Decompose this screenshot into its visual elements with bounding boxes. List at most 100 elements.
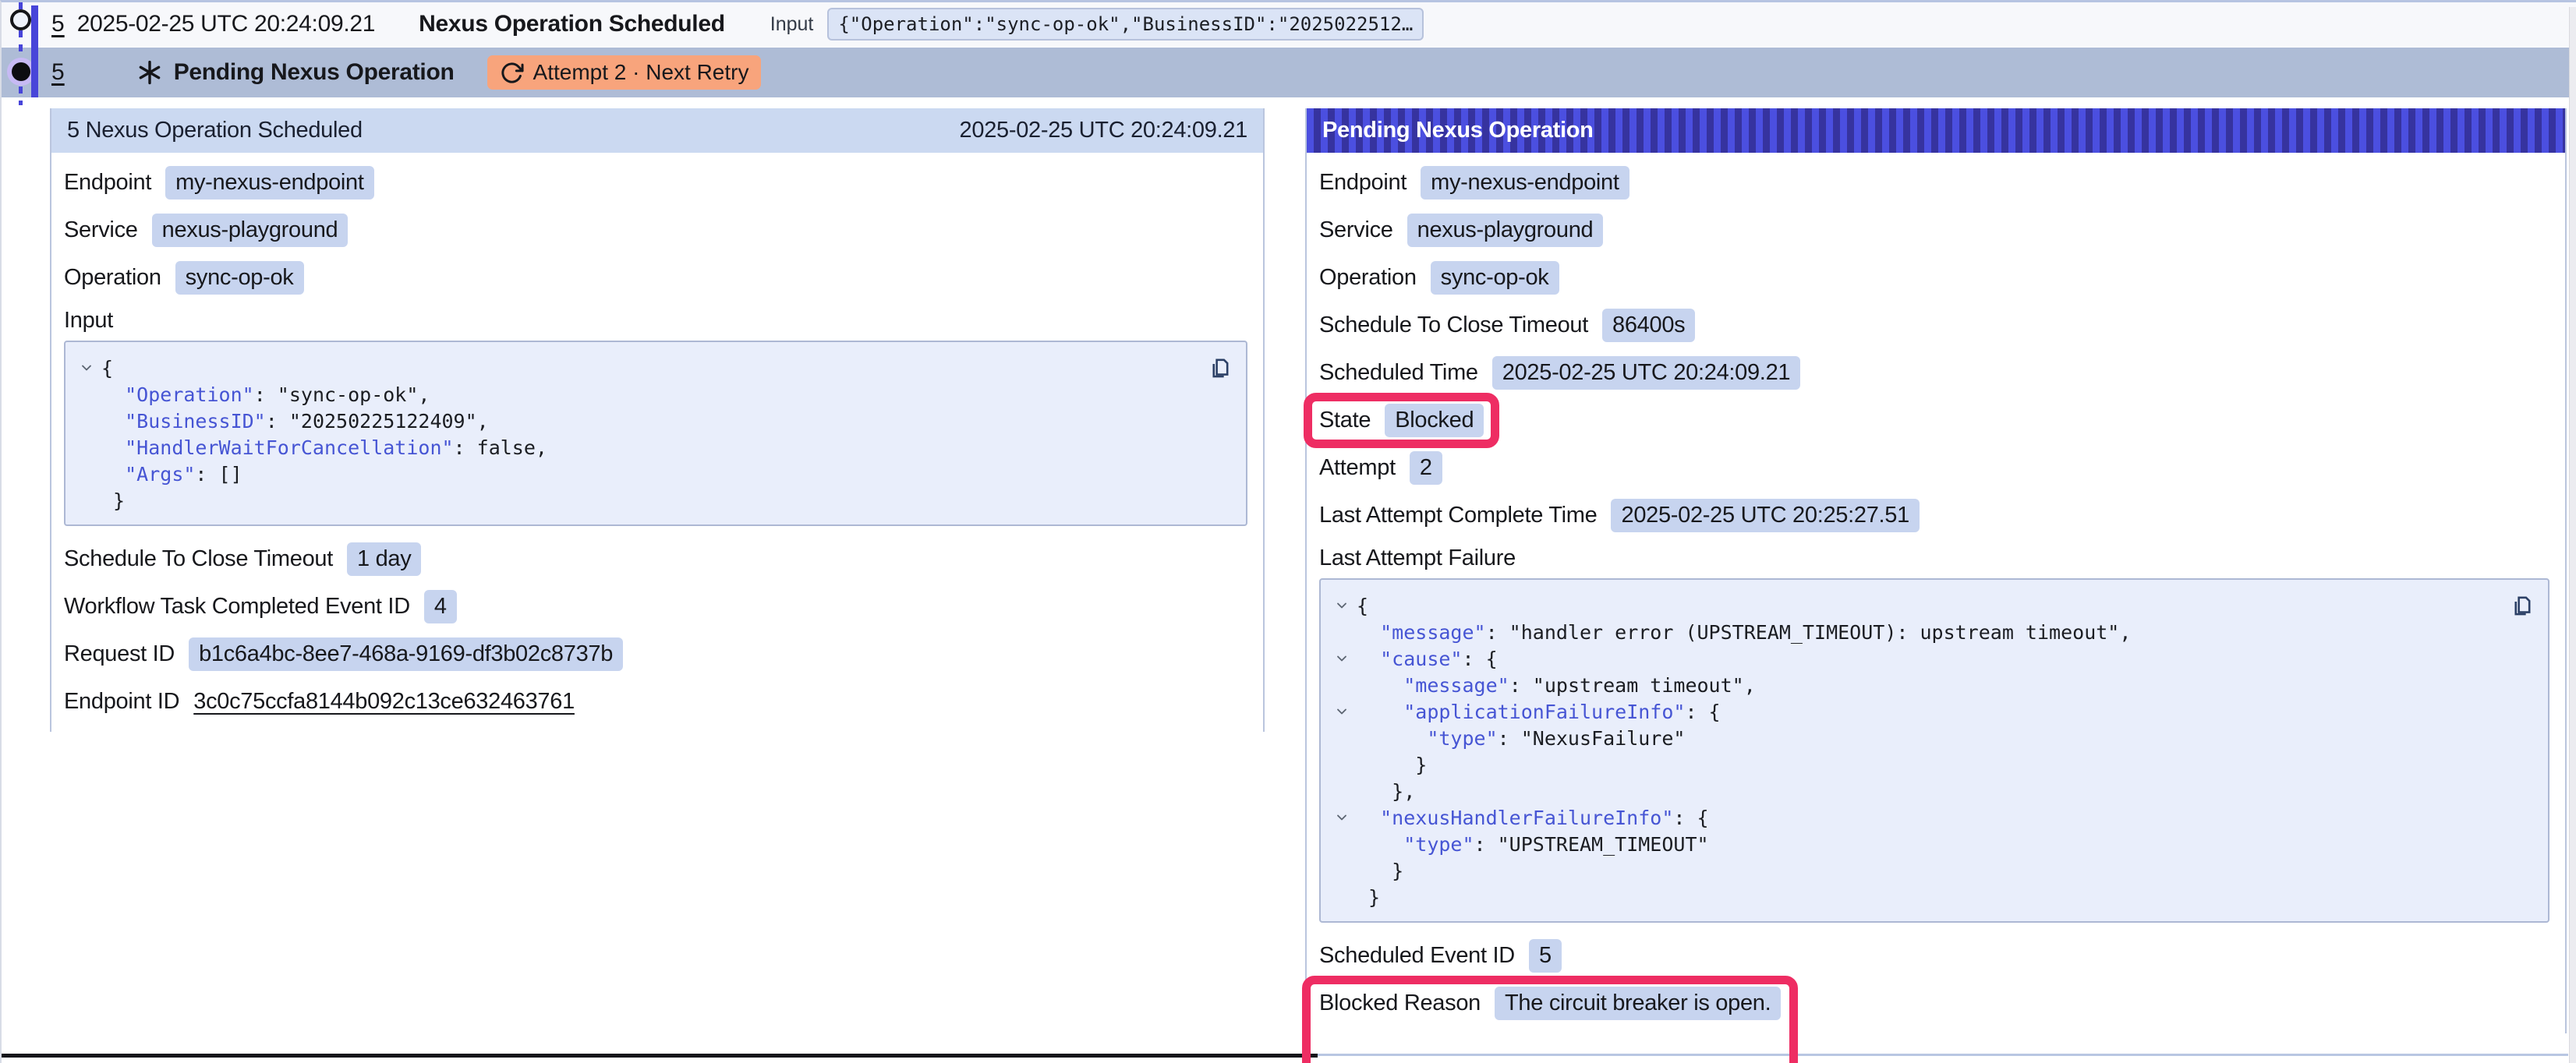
event-detail-panel-pending: Pending Nexus Operation Endpoint my-nexus… <box>1305 108 2567 1033</box>
code-text: } <box>1357 860 1403 882</box>
field-label: Operation <box>64 265 161 291</box>
event-marker-filled-circle-icon[interactable] <box>12 62 30 81</box>
field-value-badge: 2 <box>1410 451 1442 485</box>
attempt-retry-label: Attempt 2 · Next Retry <box>533 60 749 85</box>
field-wrap: Endpointmy-nexus-endpoint <box>64 166 374 200</box>
code-line: "HandlerWaitForCancellation": false, <box>72 434 1199 461</box>
code-text: } <box>1357 886 1380 909</box>
field-row-state: StateBlocked <box>1319 397 2549 444</box>
event-marker-open-circle-icon[interactable] <box>10 9 31 30</box>
code-line: "type": "NexusFailure" <box>1327 725 2501 751</box>
field-label: Last Attempt Complete Time <box>1319 503 1597 528</box>
panel-header-scheduled: 5 Nexus Operation Scheduled 2025-02-25 U… <box>51 108 1263 153</box>
code-text: "cause": { <box>1357 648 1498 670</box>
code-text: "Args": [] <box>101 463 242 486</box>
code-text: "message": "handler error (UPSTREAM_TIME… <box>1357 621 2131 644</box>
code-line: "nexusHandlerFailureInfo": { <box>1327 804 2501 831</box>
code-line: }, <box>1327 778 2501 804</box>
field-wrap: Last Attempt Complete Time 2025-02-25 UTC… <box>1319 499 1920 532</box>
copy-button[interactable] <box>2507 591 2535 619</box>
code-text: } <box>101 489 125 512</box>
field-wrap: Operationsync-op-ok <box>64 261 304 295</box>
highlight-annotation-box: Blocked ReasonThe circuit breaker is ope… <box>1319 987 1781 1020</box>
code-text: "BusinessID": "20250225122409", <box>101 410 489 433</box>
code-line: "BusinessID": "20250225122409", <box>72 408 1199 434</box>
field-wrap: Endpoint ID3c0c75ccfa8144b092c13ce632463… <box>64 689 575 715</box>
field-label: Service <box>1319 217 1393 243</box>
field-label: State <box>1319 408 1371 433</box>
code-text: }, <box>1357 780 1415 803</box>
code-line: } <box>1327 751 2501 778</box>
field-wrap: Scheduled Time 2025-02-25 UTC 20:24:09.21 <box>1319 356 1800 390</box>
field-row-schedule-to-close-timeout: Schedule To Close Timeout86400s <box>1319 302 2549 349</box>
field-label: Operation <box>1319 265 1417 291</box>
copy-icon <box>2510 593 2534 617</box>
chevron-down-icon[interactable] <box>1327 651 1357 666</box>
copy-button[interactable] <box>1205 353 1233 381</box>
field-row-service: Service nexus-playground <box>64 207 1247 254</box>
code-line: "type": "UPSTREAM_TIMEOUT" <box>1327 831 2501 857</box>
code-line: "message": "handler error (UPSTREAM_TIME… <box>1327 619 2501 645</box>
highlight-annotation-box: StateBlocked <box>1319 404 1484 437</box>
panel-body: Endpointmy-nexus-endpoint Service nexus-pl… <box>51 153 1263 732</box>
code-text: "type": "NexusFailure" <box>1357 727 1685 750</box>
chevron-down-icon[interactable] <box>1327 598 1357 613</box>
input-json-viewer: { "Operation": "sync-op-ok", "BusinessID… <box>64 341 1247 526</box>
field-row-endpoint: Endpoint my-nexus-endpoint <box>1319 159 2549 207</box>
event-detail-panels: 5 Nexus Operation Scheduled 2025-02-25 U… <box>50 108 2567 1033</box>
chevron-down-icon[interactable] <box>1327 704 1357 719</box>
field-value-badge: nexus-playground <box>1407 214 1604 247</box>
event-title: Nexus Operation Scheduled <box>419 11 725 37</box>
failure-section-label: Last Attempt Failure <box>1319 539 2549 577</box>
field-wrap: Scheduled Event ID5 <box>1319 939 1562 973</box>
field-value-link[interactable]: 3c0c75ccfa8144b092c13ce632463761 <box>193 689 575 715</box>
panel-title: 5 Nexus Operation Scheduled <box>67 118 363 143</box>
chevron-down-icon[interactable] <box>1327 810 1357 825</box>
field-value-badge: 2025-02-25 UTC 20:24:09.21 <box>1492 356 1800 390</box>
code-text: "message": "upstream timeout", <box>1357 674 1756 697</box>
panel-title: Pending Nexus Operation <box>1322 118 1594 143</box>
field-value-badge: 86400s <box>1602 309 1695 342</box>
event-id-link[interactable]: 5 <box>51 59 65 86</box>
field-wrap: Service nexus-playground <box>64 214 348 247</box>
field-wrap: Attempt2 <box>1319 451 1442 485</box>
history-row-nexus-operation-scheduled[interactable]: 5 2025-02-25 UTC 20:24:09.21 Nexus Opera… <box>2 2 2576 46</box>
field-value-badge: my-nexus-endpoint <box>165 166 374 200</box>
code-line: "Args": [] <box>72 461 1199 487</box>
input-section-label: Input <box>64 302 1247 339</box>
field-row-scheduled-event-id: Scheduled Event ID5 <box>1319 932 2549 980</box>
field-wrap: Schedule To Close Timeout 1 day <box>64 542 421 576</box>
event-time: 2025-02-25 UTC 20:24:09.21 <box>77 11 375 37</box>
selected-event-bar <box>31 5 38 97</box>
field-value-badge: 1 day <box>347 542 421 576</box>
input-label: Input <box>770 13 814 36</box>
field-label: Request ID <box>64 641 175 667</box>
field-value-badge: 2025-02-25 UTC 20:25:27.51 <box>1611 499 1919 532</box>
field-value-badge: my-nexus-endpoint <box>1421 166 1629 200</box>
chevron-down-icon[interactable] <box>72 360 101 376</box>
code-line: } <box>72 487 1199 514</box>
history-row-pending-nexus-operation[interactable]: 5 Pending Nexus Operation Attempt 2 · Ne… <box>2 48 2576 97</box>
panel-time: 2025-02-25 UTC 20:24:09.21 <box>960 118 1247 143</box>
event-history-detail-view: 5 2025-02-25 UTC 20:24:09.21 Nexus Opera… <box>0 0 2576 1063</box>
code-text: { <box>1357 595 1368 617</box>
field-row-scheduled-time: Scheduled Time 2025-02-25 UTC 20:24:09.21 <box>1319 349 2549 397</box>
code-text: } <box>1357 754 1427 776</box>
event-title: Pending Nexus Operation <box>174 59 455 86</box>
field-row-last-attempt-complete-time: Last Attempt Complete Time 2025-02-25 UTC… <box>1319 492 2549 539</box>
scrollbar[interactable] <box>2569 7 2576 1063</box>
code-text: { <box>101 357 113 380</box>
field-label: Endpoint <box>1319 170 1407 196</box>
field-value-badge: 4 <box>424 590 457 623</box>
field-label: Service <box>64 217 138 243</box>
code-line: } <box>1327 884 2501 910</box>
failure-json-viewer: { "message": "handler error (UPSTREAM_TI… <box>1319 578 2549 923</box>
code-text: "nexusHandlerFailureInfo": { <box>1357 807 1709 829</box>
field-label: Scheduled Time <box>1319 360 1478 386</box>
field-value-badge: nexus-playground <box>152 214 349 247</box>
pending-asterisk-icon <box>136 59 163 86</box>
field-label: Schedule To Close Timeout <box>64 546 333 572</box>
field-value-badge: sync-op-ok <box>1431 261 1559 295</box>
event-id-link[interactable]: 5 <box>51 11 65 37</box>
code-line: "Operation": "sync-op-ok", <box>72 381 1199 408</box>
